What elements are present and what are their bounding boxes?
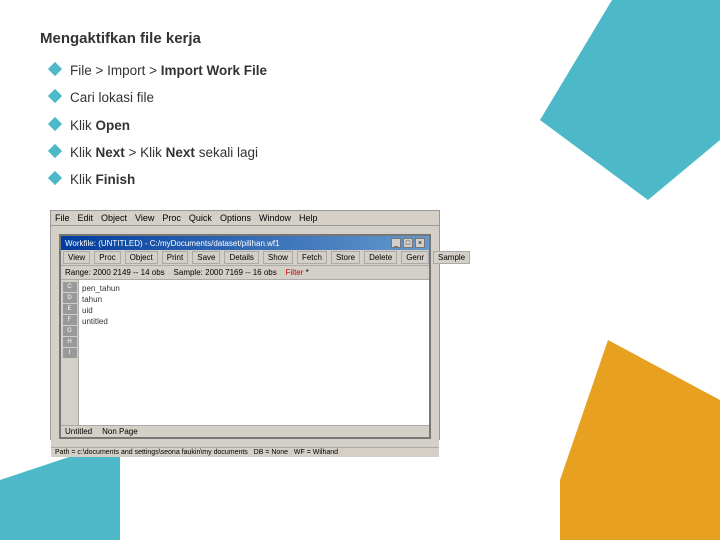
sidebar-h[interactable]: H <box>63 337 77 347</box>
list-item: File > Import > Import Work File <box>50 61 680 81</box>
sidebar-g[interactable]: G <box>63 326 77 336</box>
bullet-text: File > Import > Import Work File <box>70 61 267 81</box>
main-content-area: Mengaktifkan file kerja File > Import > … <box>0 0 720 470</box>
data-row-uid: uid <box>82 305 426 316</box>
range-value: 2000 2149 -- 14 obs <box>93 268 165 277</box>
maximize-button[interactable]: □ <box>403 238 413 248</box>
window-title-text: Workfile: (UNTITLED) - C:/myDocuments/da… <box>65 239 280 248</box>
bullet-text: Cari lokasi file <box>70 88 154 108</box>
left-sidebar: C D E F G H I <box>61 280 79 425</box>
close-button[interactable]: × <box>415 238 425 248</box>
bullet-text: Klik Open <box>70 116 130 136</box>
path-bar: Path = c:\documents and settings\seona f… <box>51 447 439 457</box>
app-screenshot: File Edit Object View Proc Quick Options… <box>50 210 440 440</box>
sidebar-f[interactable]: F <box>63 315 77 325</box>
toolbar-object[interactable]: Object <box>125 251 158 264</box>
sample-label: Sample: <box>174 268 203 277</box>
data-row-tahun: tahun <box>82 294 426 305</box>
menu-edit[interactable]: Edit <box>78 213 94 223</box>
diamond-icon <box>48 171 62 185</box>
toolbar-print[interactable]: Print <box>162 251 188 264</box>
bullet-text: Klik Finish <box>70 170 135 190</box>
inner-window: Workfile: (UNTITLED) - C:/myDocuments/da… <box>59 234 431 439</box>
toolbar-proc[interactable]: Proc <box>94 251 120 264</box>
toolbar-show[interactable]: Show <box>263 251 293 264</box>
filter-value: * <box>306 268 309 277</box>
list-item: Cari lokasi file <box>50 88 680 108</box>
menu-file[interactable]: File <box>55 213 70 223</box>
range-label: Range: <box>65 268 91 277</box>
status-bar: Untitled Non Page <box>61 425 429 437</box>
diamond-icon <box>48 116 62 130</box>
status-nonpage: Non Page <box>102 427 138 436</box>
window-controls: _ □ × <box>391 238 425 248</box>
menu-proc[interactable]: Proc <box>162 213 181 223</box>
data-row-untitled: untitled <box>82 316 426 327</box>
menu-view[interactable]: View <box>135 213 154 223</box>
list-item: Klik Finish <box>50 170 680 190</box>
filter-label: Filter <box>286 268 304 277</box>
page-title: Mengaktifkan file kerja <box>40 30 680 47</box>
toolbar-save[interactable]: Save <box>192 251 220 264</box>
bullet-text: Klik Next > Klik Next sekali lagi <box>70 143 258 163</box>
toolbar-view[interactable]: View <box>63 251 90 264</box>
minimize-button[interactable]: _ <box>391 238 401 248</box>
menu-quick[interactable]: Quick <box>189 213 212 223</box>
list-item: Klik Open <box>50 116 680 136</box>
sidebar-e[interactable]: E <box>63 304 77 314</box>
toolbar-delete[interactable]: Delete <box>364 251 397 264</box>
menu-help[interactable]: Help <box>299 213 318 223</box>
menu-window[interactable]: Window <box>259 213 291 223</box>
window-titlebar: Workfile: (UNTITLED) - C:/myDocuments/da… <box>61 236 429 250</box>
toolbar-store[interactable]: Store <box>331 251 360 264</box>
app-workspace: Workfile: (UNTITLED) - C:/myDocuments/da… <box>51 226 439 447</box>
diamond-icon <box>48 144 62 158</box>
toolbar: View Proc Object Print Save Details Show… <box>61 250 429 266</box>
sample-value: 2000 7169 -- 16 obs <box>205 268 277 277</box>
data-display: pen_tahun tahun uid untitled <box>79 280 429 425</box>
list-item: Klik Next > Klik Next sekali lagi <box>50 143 680 163</box>
data-row-pen: pen_tahun <box>82 283 426 294</box>
toolbar-fetch[interactable]: Fetch <box>297 251 327 264</box>
sidebar-i[interactable]: I <box>63 348 77 358</box>
instruction-list: File > Import > Import Work File Cari lo… <box>50 61 680 190</box>
toolbar-sample[interactable]: Sample <box>433 251 470 264</box>
window-content-area: C D E F G H I pen_tahun tahun uid untitl… <box>61 280 429 425</box>
status-untitled: Untitled <box>65 427 92 436</box>
toolbar-details[interactable]: Details <box>224 251 258 264</box>
range-info: Range: 2000 2149 -- 14 obs Sample: 2000 … <box>61 266 429 280</box>
menu-options[interactable]: Options <box>220 213 251 223</box>
sidebar-d[interactable]: D <box>63 293 77 303</box>
diamond-icon <box>48 89 62 103</box>
diamond-icon <box>48 62 62 76</box>
menu-object[interactable]: Object <box>101 213 127 223</box>
toolbar-genr[interactable]: Genr <box>401 251 429 264</box>
app-menu-bar: File Edit Object View Proc Quick Options… <box>51 211 439 226</box>
sidebar-c[interactable]: C <box>63 282 77 292</box>
